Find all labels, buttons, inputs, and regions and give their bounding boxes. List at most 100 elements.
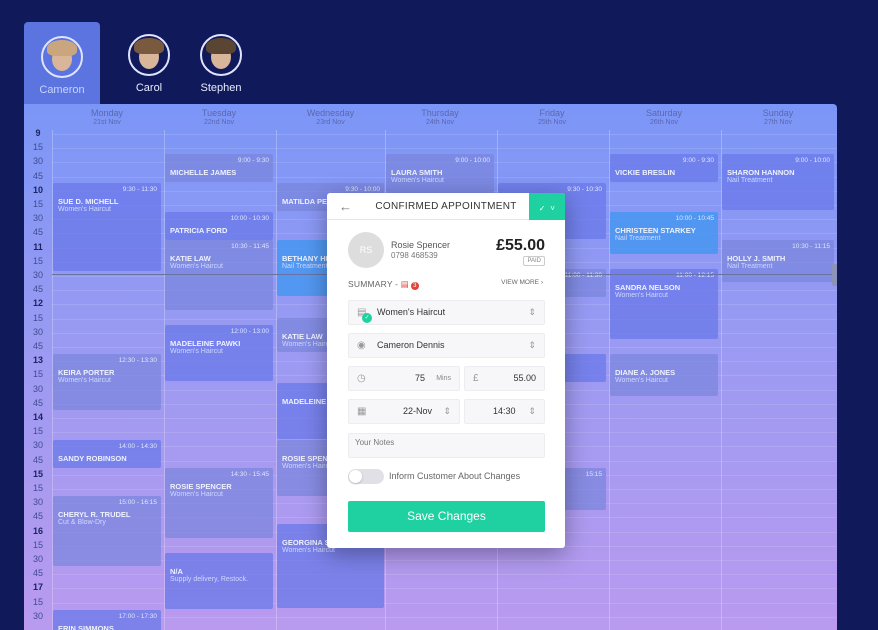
day-header: Tuesday 22nd Nov bbox=[164, 104, 274, 130]
modal-header: ← CONFIRMED APPOINTMENT ✓ ˅ bbox=[327, 193, 565, 220]
appointment-client: PATRICIA FORD bbox=[170, 226, 228, 235]
summary-count-badge: 3 bbox=[410, 282, 419, 290]
appointment-client: MADELEINE PAWKI bbox=[170, 339, 241, 348]
amount-field[interactable]: £ 55.00 bbox=[464, 366, 545, 391]
appointment-service: Nail Treatment bbox=[727, 263, 773, 270]
appointment-time: 9:30 - 10:30 bbox=[567, 186, 602, 193]
arrow-left-icon[interactable]: ← bbox=[339, 193, 352, 220]
day-date: 21st Nov bbox=[93, 119, 121, 126]
appointment-client: ERIN SIMMONS bbox=[58, 624, 114, 630]
appointment-service: Women's Haircut bbox=[170, 348, 223, 355]
staff-select[interactable]: ◉ Cameron Dennis ⇕ bbox=[348, 333, 545, 358]
notes-textarea[interactable]: Your Notes bbox=[348, 433, 545, 458]
appointment-block[interactable]: 10:00 - 10:30 PATRICIA FORD bbox=[165, 212, 273, 240]
appointment-block[interactable]: 10:00 - 10:45 CHRISTEEN STARKEY Nail Treat… bbox=[610, 212, 718, 254]
staff-tab-carol[interactable]: Carol bbox=[124, 0, 174, 100]
service-select[interactable]: ▤ ✓ Women's Haircut ⇕ bbox=[348, 300, 545, 325]
appointment-service: Supply delivery, Restock. bbox=[170, 576, 249, 583]
hour-label: 45 bbox=[32, 284, 43, 295]
save-changes-button[interactable]: Save Changes bbox=[348, 501, 545, 532]
appointment-block[interactable]: N/A Supply delivery, Restock. bbox=[165, 553, 273, 609]
hour-label: 15 bbox=[32, 369, 43, 380]
day-header: Sunday 27th Nov bbox=[721, 104, 835, 130]
appointment-block[interactable]: 10:30 - 11:45 KATIE LAW Women's Haircut bbox=[165, 240, 273, 310]
appointment-block[interactable]: 9:00 - 9:30 MICHELLE JAMES bbox=[165, 154, 273, 182]
day-name: Friday bbox=[539, 108, 565, 118]
avatar bbox=[200, 34, 242, 76]
hour-label: 30 bbox=[32, 213, 43, 224]
hour-label: 30 bbox=[32, 326, 43, 337]
appointment-service: Women's Haircut bbox=[170, 263, 223, 270]
confirm-button[interactable]: ✓ ˅ bbox=[529, 193, 565, 220]
staff-tab-stephen[interactable]: Stephen bbox=[196, 0, 246, 100]
amount-value: 55.00 bbox=[513, 373, 536, 383]
appointment-time: 10:00 - 10:45 bbox=[675, 215, 714, 222]
hour-label: 30 bbox=[32, 554, 43, 564]
appointment-client: MICHELLE JAMES bbox=[170, 168, 237, 177]
hour-label: 15 bbox=[32, 468, 43, 479]
cart-icon: ▤ bbox=[400, 279, 409, 289]
appointment-block[interactable]: 11:00 - 12:15 SANDRA NELSON Women's Haircu… bbox=[610, 269, 718, 339]
appointment-modal: ← CONFIRMED APPOINTMENT ✓ ˅ RS Rosie Spe… bbox=[327, 193, 565, 548]
date-select[interactable]: ▦ 22-Nov ⇕ bbox=[348, 399, 460, 424]
appointment-block[interactable]: 9:30 - 11:30 SUE D. MICHELL Women's Haircu… bbox=[53, 183, 161, 271]
customer-card[interactable]: RS Rosie Spencer 0798 468539 £55.00 PAID bbox=[327, 220, 565, 280]
date-value: 22-Nov bbox=[403, 406, 433, 416]
time-select[interactable]: 14:30 ⇕ bbox=[464, 399, 545, 424]
appointment-block[interactable]: 14:00 - 14:30 SANDY ROBINSON bbox=[53, 440, 161, 468]
appointment-service: Women's Haircut bbox=[615, 377, 668, 384]
appointment-block[interactable]: 12:30 - 13:30 KEIRA PORTER Women's Haircut bbox=[53, 354, 161, 410]
appointment-service: Women's Haircut bbox=[615, 292, 668, 299]
hour-label: 15 bbox=[32, 255, 43, 266]
appointment-client: SANDY ROBINSON bbox=[58, 454, 127, 463]
check-badge-icon: ✓ bbox=[362, 313, 372, 323]
hour-label: 17 bbox=[32, 582, 43, 593]
appointment-client: KATIE LAW bbox=[170, 254, 211, 263]
appointment-block[interactable]: 14:30 - 15:45 ROSIE SPENCER Women's Haircu… bbox=[165, 468, 273, 538]
appointment-client: SHARON HANNON bbox=[727, 168, 795, 177]
staff-name: Carol bbox=[135, 82, 163, 94]
appointment-client: LAURA SMITH bbox=[391, 168, 443, 177]
day-header: Saturday 26th Nov bbox=[609, 104, 719, 130]
appointment-block[interactable]: DIANE A. JONES Women's Haircut bbox=[610, 354, 718, 396]
inform-customer-toggle[interactable] bbox=[348, 469, 384, 484]
view-more-link[interactable]: VIEW MORE › bbox=[501, 279, 543, 286]
appointment-block[interactable]: 10:30 - 11:15 HOLLY J. SMITH Nail Treatmen… bbox=[722, 240, 834, 282]
staff-name: Cameron bbox=[39, 84, 85, 96]
appointment-service: Women's Haircut bbox=[58, 206, 111, 213]
hour-label: 45 bbox=[32, 341, 43, 351]
appointment-block[interactable]: 15:00 - 16:15 CHERYL R. TRUDEL Cut & Blow-… bbox=[53, 496, 161, 566]
day-header: Friday 25th Nov bbox=[497, 104, 607, 130]
appointment-service: Nail Treatment bbox=[615, 235, 661, 242]
appointment-block[interactable]: 17:00 - 17:30 ERIN SIMMONS bbox=[53, 610, 161, 630]
current-time-handle[interactable] bbox=[832, 264, 837, 286]
chevron-updown-icon: ⇕ bbox=[443, 406, 451, 416]
appointment-time: 9:30 - 10:00 bbox=[345, 186, 380, 193]
currency-symbol: £ bbox=[473, 373, 479, 384]
day-header: Thursday 24th Nov bbox=[385, 104, 495, 130]
appointment-time: 9:00 - 10:00 bbox=[795, 157, 830, 164]
avatar bbox=[128, 34, 170, 76]
hour-label: 45 bbox=[32, 511, 43, 522]
appointment-time: 9:00 - 10:00 bbox=[455, 157, 490, 164]
appointment-block[interactable]: 9:00 - 9:30 VICKIE BRESLIN bbox=[610, 154, 718, 182]
appointment-time: 10:30 - 11:45 bbox=[231, 243, 269, 250]
duration-field[interactable]: ◷ 75 Mins bbox=[348, 366, 460, 391]
hour-label: 30 bbox=[32, 610, 43, 621]
appointment-service: Women's Haircut bbox=[170, 491, 223, 498]
hour-label: 14 bbox=[32, 412, 43, 422]
chevron-updown-icon: ⇕ bbox=[528, 406, 536, 416]
hour-label: 15 bbox=[32, 426, 43, 437]
day-date: 22nd Nov bbox=[204, 119, 234, 126]
appointment-block[interactable]: 9:00 - 10:00 SHARON HANNON Nail Treatment bbox=[722, 154, 834, 210]
appointment-client: DIANE A. JONES bbox=[615, 368, 676, 377]
day-date: 23rd Nov bbox=[316, 119, 345, 126]
appointment-time: 10:30 - 11:15 bbox=[792, 243, 830, 250]
summary-label: SUMMARY - ▤ 3 bbox=[348, 279, 419, 290]
appointment-time: 14:30 - 15:45 bbox=[230, 471, 269, 478]
appointment-block[interactable]: 12:00 - 13:00 MADELEINE PAWKI Women's Hair… bbox=[165, 325, 273, 381]
hour-label: 30 bbox=[32, 156, 43, 167]
staff-name: Stephen bbox=[200, 82, 242, 94]
appointment-service: Women's Haircut bbox=[391, 177, 444, 184]
day-date: 27th Nov bbox=[763, 119, 793, 126]
